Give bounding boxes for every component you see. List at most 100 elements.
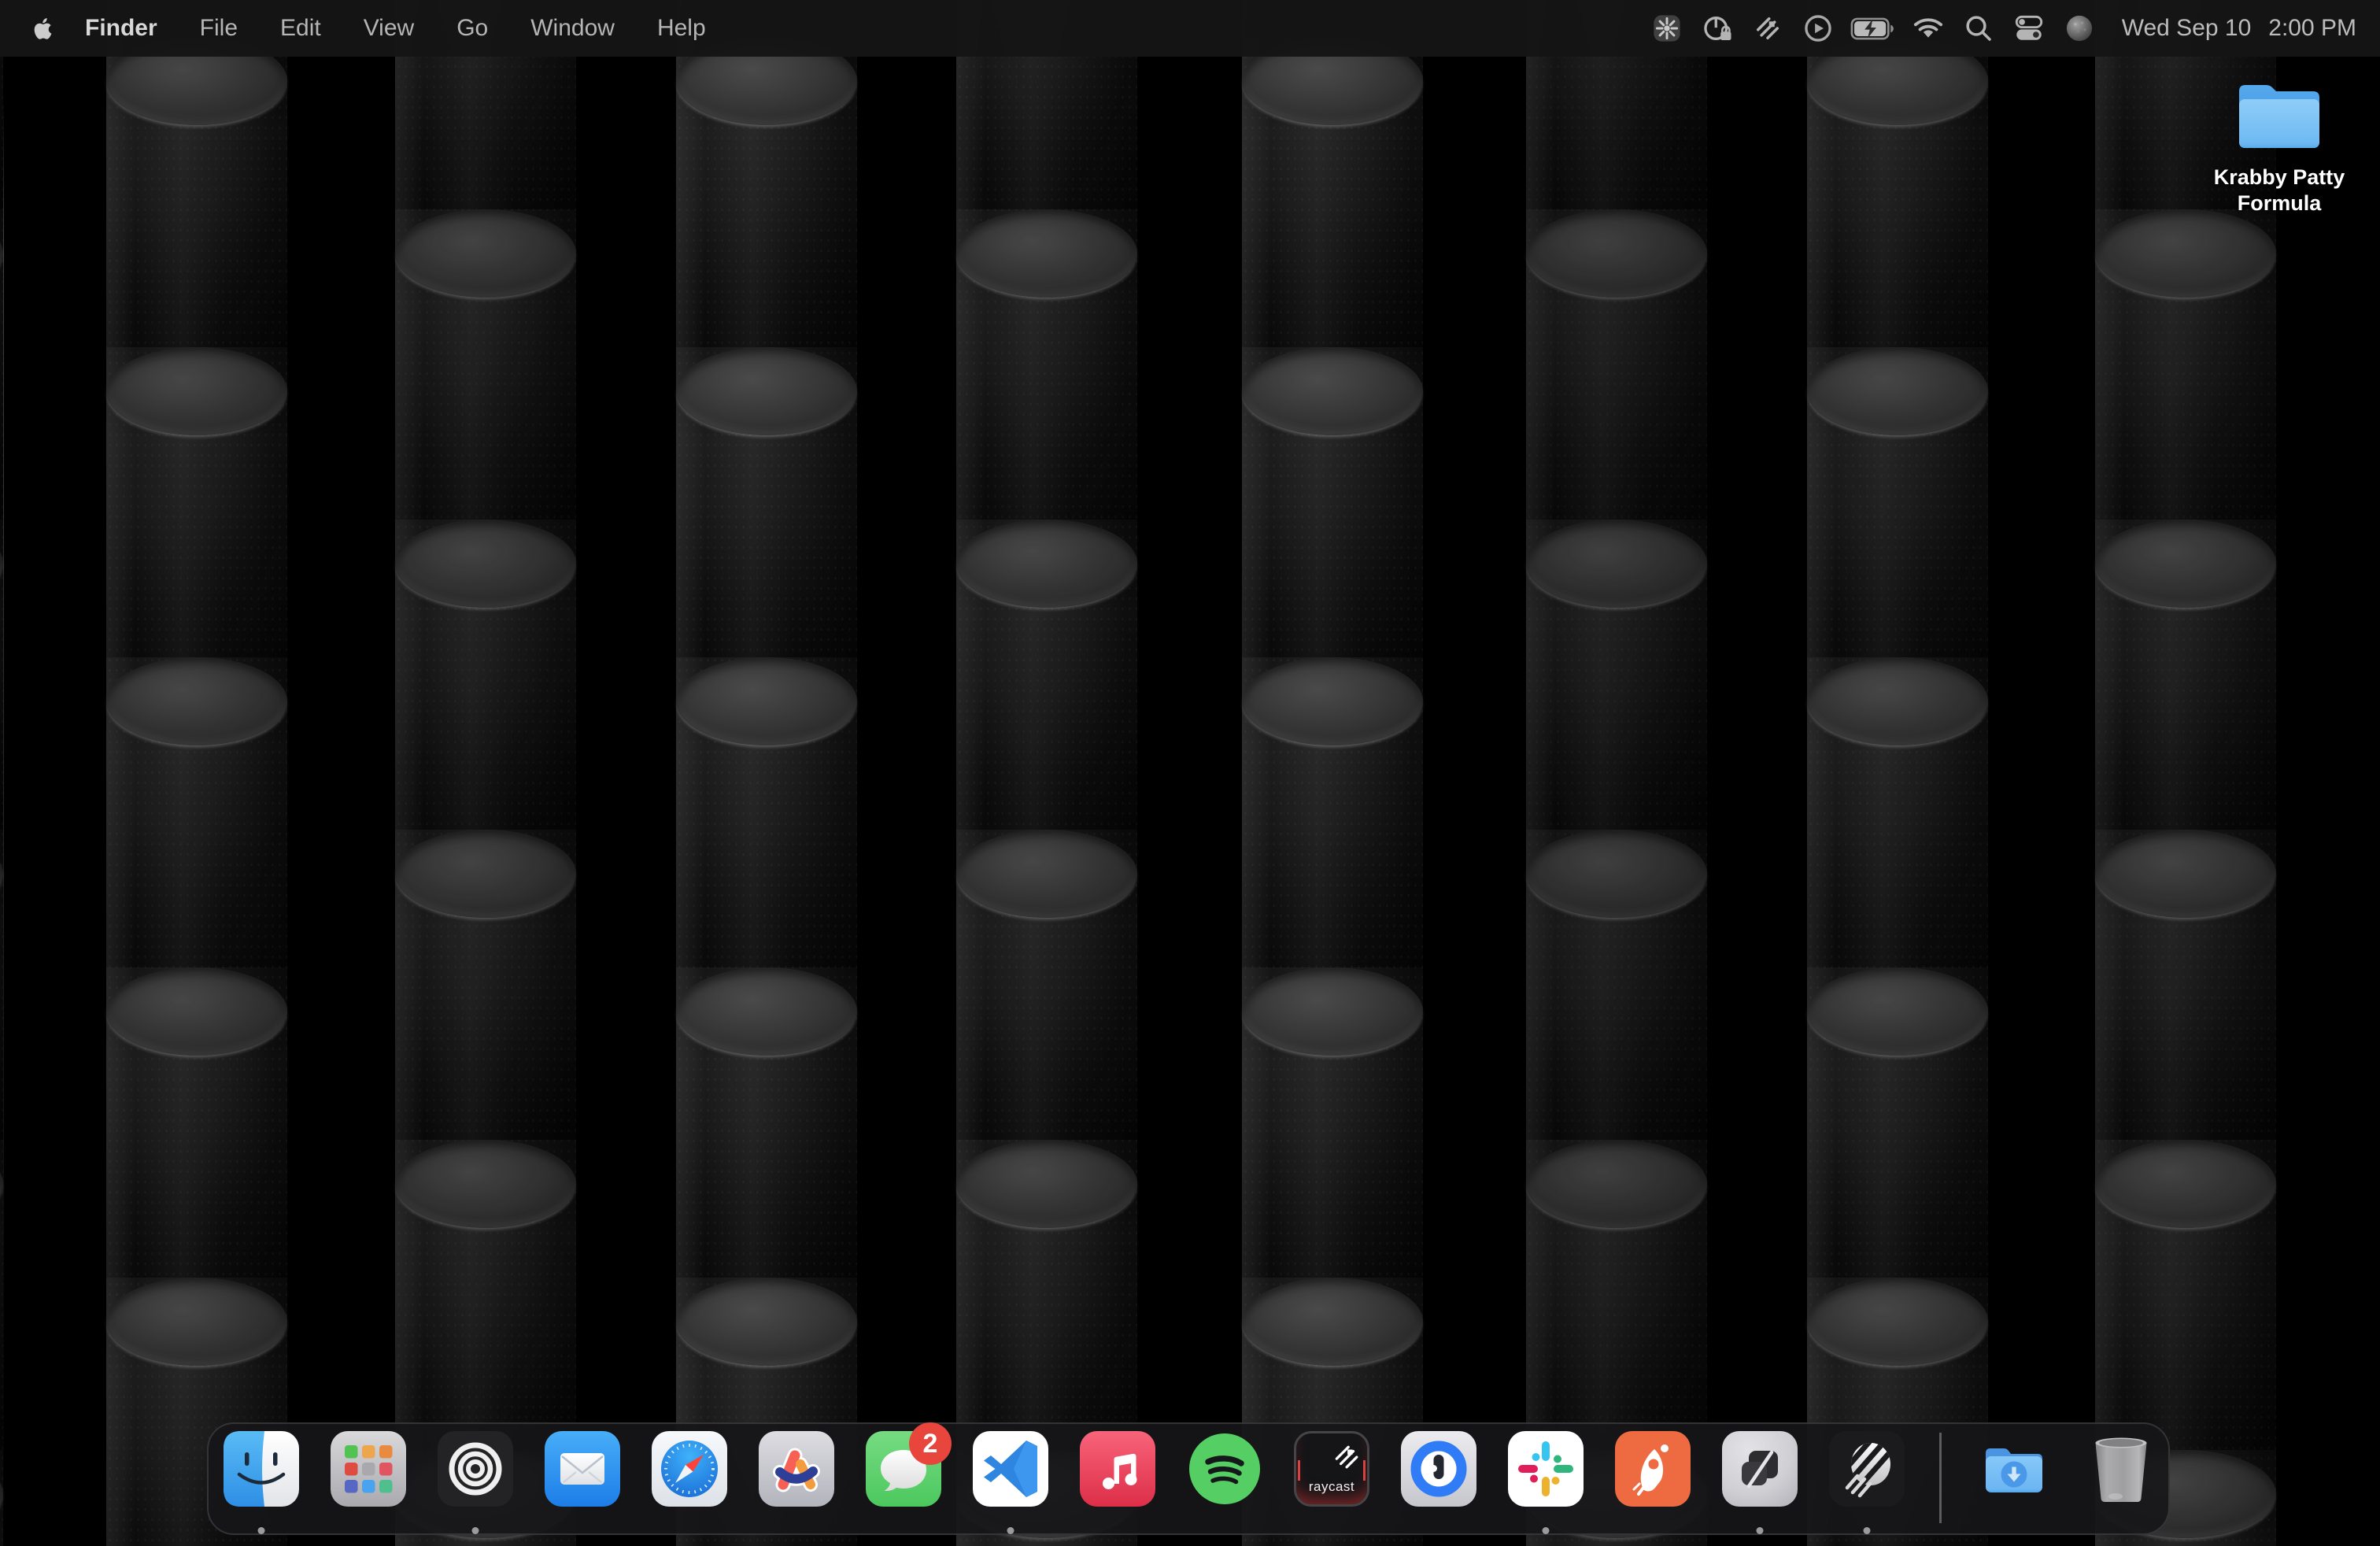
macos-desktop: { "menu_bar": { "apple_icon": "apple-log… [0,0,2380,1546]
dock-divider [1939,1433,1942,1523]
finder-icon [224,1431,299,1507]
cylinder-top-face [395,520,576,608]
cylinder-top-face [1242,657,1423,745]
dock-item-downloads-folder[interactable] [1976,1431,2052,1507]
menu-item-help[interactable]: Help [636,15,727,42]
running-indicator [1543,1527,1550,1534]
dock-item-trash[interactable] [2083,1431,2159,1507]
battery-charging-icon[interactable] [1843,17,1903,41]
power-lock-icon[interactable] [1692,12,1743,45]
menu-item-finder[interactable]: Finder [64,15,179,42]
dock-item-vscode[interactable] [973,1431,1048,1507]
desktop-folder-krabby-patty-formula[interactable]: Krabby Patty Formula [2185,74,2374,216]
apple-music-icon [1080,1431,1155,1507]
wallpaper-cylinder-column [106,0,287,1546]
gray-panels-icon [1722,1431,1798,1507]
cylinder-top-face [956,1140,1137,1228]
dock-item-postman[interactable] [1615,1431,1691,1507]
raycast-menubar-icon[interactable] [1743,12,1793,45]
running-indicator [1757,1527,1764,1534]
folder-label: Krabby Patty Formula [2185,165,2374,216]
wallpaper-cylinder-column [1807,0,1988,1546]
dock-item-arc-browser[interactable] [759,1431,834,1507]
cylinder-top-face [2095,520,2276,608]
now-playing-icon[interactable] [1793,12,1843,45]
cylinder-top-face [2095,1140,2276,1228]
menu-item-edit[interactable]: Edit [259,15,342,42]
apple-menu-icon[interactable] [28,16,54,42]
trash-icon [2083,1431,2159,1507]
dock-item-launchpad[interactable] [331,1431,406,1507]
cylinder-top-face [106,967,287,1056]
cylinder-top-face [956,520,1137,608]
downloads-folder-icon [1976,1431,2052,1507]
running-indicator [1007,1527,1014,1534]
vscode-icon [973,1431,1048,1507]
wifi-icon[interactable] [1903,11,1953,46]
menu-item-file[interactable]: File [179,15,259,42]
cylinder-top-face [676,1278,857,1366]
wallpaper-cylinder-column [1526,0,1707,1546]
cylinder-top-face [0,1450,3,1538]
dock-item-1password[interactable] [1401,1431,1476,1507]
notification-badge: 2 [909,1422,952,1465]
menu-bar-clock[interactable]: 2:00 PM [2259,15,2358,42]
running-indicator [258,1527,265,1534]
cylinder-top-face [395,830,576,918]
menu-item-window[interactable]: Window [509,15,636,42]
spotlight-search-icon[interactable] [1953,12,2004,45]
arc-browser-icon [759,1431,834,1507]
menu-item-view[interactable]: View [342,15,435,42]
cylinder-top-face [0,209,3,298]
cylinder-top-face [106,1278,287,1366]
menu-item-go[interactable]: Go [435,15,509,42]
dock-item-spotify[interactable] [1187,1431,1262,1507]
striped-sphere-icon [1829,1431,1905,1507]
folder-icon [2233,141,2326,154]
raycast-label: raycast [1296,1479,1367,1495]
dock-item-raycast[interactable]: raycast [1294,1431,1369,1507]
dock-item-safari[interactable] [652,1431,727,1507]
cylinder-top-face [956,209,1137,298]
cylinder-top-face [2095,830,2276,918]
cylinder-top-face [1807,657,1988,745]
postman-icon [1615,1431,1691,1507]
cylinder-top-face [0,1140,3,1228]
dock-item-striped-sphere-app[interactable] [1829,1431,1905,1507]
wallpaper-cylinder-column [2095,0,2276,1546]
cylinder-top-face [1242,1278,1423,1366]
cylinder-top-face [1807,967,1988,1056]
mail-icon [545,1431,620,1507]
desktop-wallpaper [0,0,2380,1546]
dock-item-slack[interactable] [1508,1431,1584,1507]
control-center-icon[interactable] [2004,12,2054,45]
dock-item-concentric-rings-app[interactable] [438,1431,513,1507]
cylinder-top-face [0,520,3,608]
cylinder-top-face [2095,209,2276,298]
raycast-logo [1332,1443,1359,1470]
cylinder-top-face [676,967,857,1056]
dock-item-finder[interactable] [224,1431,299,1507]
dock-item-gray-panels-app[interactable] [1722,1431,1798,1507]
safari-icon [652,1431,727,1507]
1password-icon [1401,1431,1476,1507]
starburst-app-icon[interactable] [1642,12,1692,45]
cylinder-top-face [106,657,287,745]
cylinder-top-face [1526,520,1707,608]
cylinder-top-face [676,347,857,435]
raycast-icon: raycast [1294,1431,1369,1507]
sphere-icon[interactable] [2054,12,2105,45]
dock-item-messages[interactable]: 2 [866,1431,941,1507]
dock-item-apple-music[interactable] [1080,1431,1155,1507]
menu-bar-date[interactable]: Wed Sep 10 [2105,15,2260,42]
cylinder-top-face [395,1140,576,1228]
cylinder-top-face [1526,209,1707,298]
cylinder-top-face [1526,1140,1707,1228]
slack-icon [1508,1431,1584,1507]
dock-item-mail[interactable] [545,1431,620,1507]
wallpaper-cylinder-column [0,0,3,1546]
running-indicator [1864,1527,1871,1534]
cylinder-top-face [1526,830,1707,918]
dock: 2 [207,1422,2170,1535]
cylinder-top-face [676,657,857,745]
